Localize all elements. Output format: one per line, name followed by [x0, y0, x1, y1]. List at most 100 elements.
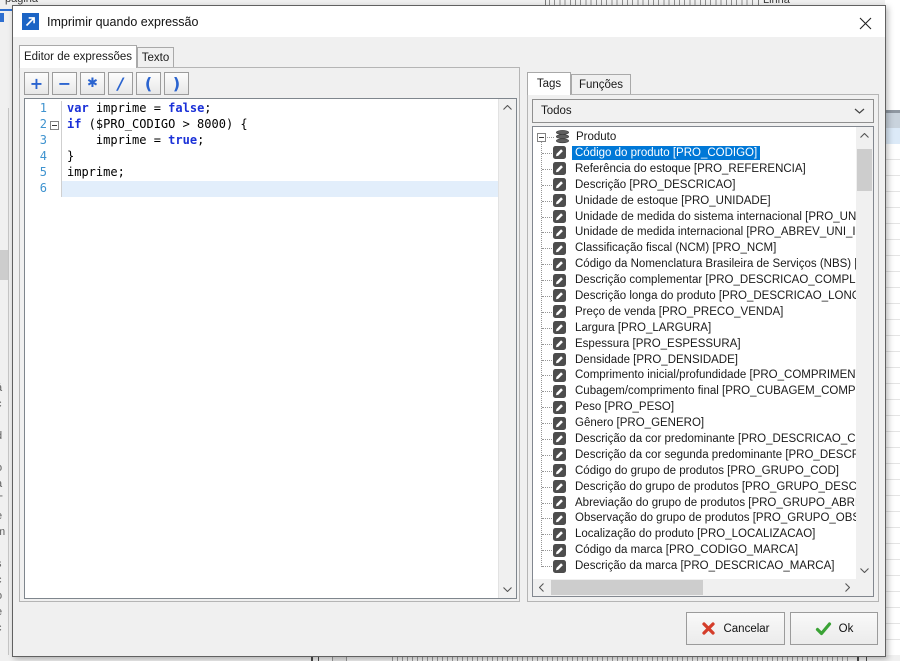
tree-item-label: Descrição complementar [PRO_DESCRICAO_CO… [572, 273, 856, 287]
bg-left-panel-edge [8, 108, 9, 655]
tree-item-0[interactable]: Código do produto [PRO_CODIGO] [533, 145, 856, 161]
code-text: var imprime = false; [61, 101, 499, 117]
operator-button-2[interactable]: ✱ [80, 72, 105, 95]
bg-clipped-char: e [0, 606, 2, 618]
tree-item-15[interactable]: Cubagem/comprimento final [PRO_CUBAGEM_C… [533, 383, 856, 399]
fold-gutter [47, 181, 61, 197]
tree-item-label: Descrição longa do produto [PRO_DESCRICA… [572, 289, 856, 303]
tree-item-label: Descrição da marca [PRO_DESCRICAO_MARCA] [572, 559, 837, 573]
tab-tags[interactable]: Tags [527, 72, 571, 95]
tree-item-24[interactable]: Localização do produto [PRO_LOCALIZACAO] [533, 526, 856, 542]
database-icon [555, 130, 570, 144]
bg-grid-rows [885, 144, 900, 655]
horizontal-scroll-thumb[interactable] [551, 580, 703, 595]
bg-clipped-char: a [0, 478, 2, 490]
collapse-icon[interactable] [537, 133, 546, 142]
editor-vertical-scrollbar[interactable] [498, 99, 516, 598]
tree-item-label: Código do produto [PRO_CODIGO] [572, 146, 760, 160]
tree-vertical-scrollbar[interactable] [856, 127, 873, 579]
bg-grid-header [885, 113, 900, 128]
tree-item-18[interactable]: Descrição da cor predominante [PRO_DESCR… [533, 431, 856, 447]
tree-connector-stub [542, 280, 552, 281]
tree-item-11[interactable]: Largura [PRO_LARGURA] [533, 320, 856, 336]
tree-item-17[interactable]: Gênero [PRO_GENERO] [533, 415, 856, 431]
tree-item-26[interactable]: Descrição da marca [PRO_DESCRICAO_MARCA] [533, 558, 856, 574]
code-text: } [61, 149, 499, 165]
vertical-scroll-thumb[interactable] [857, 149, 872, 191]
tab-funcoes[interactable]: Funções [571, 74, 631, 95]
operator-button-3[interactable]: / [108, 72, 133, 95]
tag-pencil-icon [553, 194, 566, 207]
code-text [61, 181, 499, 197]
tab-texto[interactable]: Texto [137, 47, 174, 68]
tree-connector-stub [542, 232, 552, 233]
tree-item-14[interactable]: Comprimento inicial/profundidade [PRO_CO… [533, 367, 856, 383]
dialog-title: Imprimir quando expressão [47, 15, 198, 29]
code-line-6: 6 [25, 181, 499, 197]
tree-item-16[interactable]: Peso [PRO_PESO] [533, 399, 856, 415]
operator-button-5[interactable]: ) [164, 72, 189, 95]
tree-item-2[interactable]: Descrição [PRO_DESCRICAO] [533, 177, 856, 193]
tree-item-3[interactable]: Unidade de estoque [PRO_UNIDADE] [533, 193, 856, 209]
expression-code-editor[interactable]: 1 var imprime = false;2if ($PRO_CODIGO > … [24, 98, 517, 599]
tag-tree-content: Produto Código do produto [PRO_CODIGO] Re… [533, 127, 856, 579]
line-number: 1 [25, 101, 47, 117]
tree-item-6[interactable]: Classificação fiscal (NCM) [PRO_NCM] [533, 240, 856, 256]
tab-editor-de-expressoes[interactable]: Editor de expressões [19, 45, 137, 68]
line-number: 3 [25, 133, 47, 149]
tag-filter-combobox[interactable]: Todos [532, 99, 874, 123]
operator-button-0[interactable]: + [24, 72, 49, 95]
fold-collapse-icon[interactable] [47, 117, 61, 133]
tree-item-4[interactable]: Unidade de medida do sistema internacion… [533, 209, 856, 225]
tree-item-5[interactable]: Unidade de medida internacional [PRO_ABR… [533, 224, 856, 240]
tree-item-1[interactable]: Referência do estoque [PRO_REFERENCIA] [533, 161, 856, 177]
tree-horizontal-scrollbar[interactable] [533, 579, 856, 596]
fold-gutter [47, 133, 61, 149]
tag-pencil-icon [553, 178, 566, 191]
close-icon[interactable] [854, 13, 876, 33]
tree-root-produto[interactable]: Produto [533, 129, 856, 145]
bg-right-grid-strip [885, 0, 900, 661]
scroll-left-icon[interactable] [533, 579, 550, 596]
scroll-down-icon[interactable] [856, 562, 873, 579]
bg-clipped-char: c [0, 398, 2, 410]
tree-item-23[interactable]: Observação do grupo de produtos [PRO_GRU… [533, 510, 856, 526]
tree-item-21[interactable]: Descrição do grupo de produtos [PRO_GRUP… [533, 479, 856, 495]
tree-item-19[interactable]: Descrição da cor segunda predominante [P… [533, 447, 856, 463]
operator-button-4[interactable]: ( [136, 72, 161, 95]
tree-item-20[interactable]: Código do grupo de produtos [PRO_GRUPO_C… [533, 463, 856, 479]
cancel-button[interactable]: Cancelar [686, 612, 785, 645]
tree-item-7[interactable]: Código da Nomenclatura Brasileira de Ser… [533, 256, 856, 272]
scroll-up-icon[interactable] [856, 127, 873, 144]
tree-item-10[interactable]: Preço de venda [PRO_PRECO_VENDA] [533, 304, 856, 320]
tree-connector-stub [542, 360, 552, 361]
tree-item-label: Espessura [PRO_ESPESSURA] [572, 337, 744, 351]
ok-label: Ok [839, 623, 854, 635]
operator-button-1[interactable]: − [52, 72, 77, 95]
tree-item-label: Referência do estoque [PRO_REFERENCIA] [572, 162, 809, 176]
tree-item-12[interactable]: Espessura [PRO_ESPESSURA] [533, 336, 856, 352]
tree-item-label: Código da marca [PRO_CODIGO_MARCA] [572, 543, 801, 557]
tree-connector-stub [542, 328, 552, 329]
expression-editor-page: +−✱/() 1 var imprime = false;2if ($PRO_CO… [19, 67, 520, 602]
ok-button[interactable]: Ok [790, 612, 878, 645]
tree-item-13[interactable]: Densidade [PRO_DENSIDADE] [533, 352, 856, 368]
code-text: if ($PRO_CODIGO > 8000) { [61, 117, 499, 133]
tag-pencil-icon [553, 242, 566, 255]
scroll-right-icon[interactable] [839, 579, 856, 596]
tree-item-9[interactable]: Descrição longa do produto [PRO_DESCRICA… [533, 288, 856, 304]
tree-item-25[interactable]: Código da marca [PRO_CODIGO_MARCA] [533, 542, 856, 558]
tree-item-8[interactable]: Descrição complementar [PRO_DESCRICAO_CO… [533, 272, 856, 288]
tree-item-22[interactable]: Abreviação do grupo de produtos [PRO_GRU… [533, 495, 856, 511]
tree-connector-stub [542, 439, 552, 440]
tag-pencil-icon [553, 401, 566, 414]
tree-item-label: Peso [PRO_PESO] [572, 400, 677, 414]
tag-pencil-icon [553, 432, 566, 445]
scroll-down-icon[interactable] [499, 581, 516, 598]
scroll-up-icon[interactable] [499, 99, 516, 116]
tree-root-label: Produto [576, 131, 616, 143]
code-lines: 1 var imprime = false;2if ($PRO_CODIGO > … [25, 101, 499, 197]
screen: página Linha ácfdfoaTemlscoec Imprimir q… [0, 0, 900, 661]
code-line-2: 2if ($PRO_CODIGO > 8000) { [25, 117, 499, 133]
bg-clipped-char: c [0, 622, 2, 634]
